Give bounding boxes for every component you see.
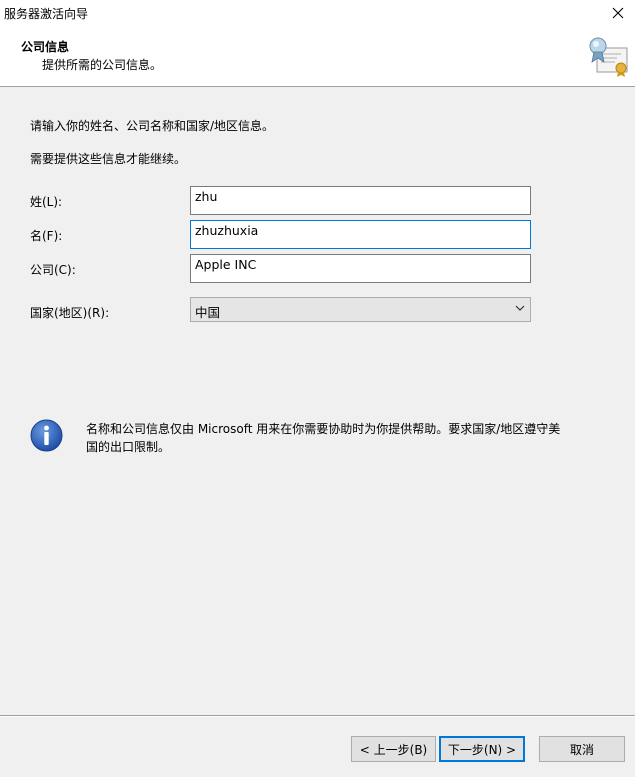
window-title: 服务器激活向导 bbox=[4, 7, 89, 21]
close-button[interactable] bbox=[601, 0, 635, 26]
footer-divider-highlight bbox=[0, 716, 635, 717]
page-subtitle: 提供所需的公司信息。 bbox=[42, 58, 163, 72]
first-name-label: 名(F): bbox=[30, 229, 63, 243]
requirement-text: 需要提供这些信息才能继续。 bbox=[30, 152, 187, 166]
certificate-icon bbox=[589, 37, 628, 77]
company-label: 公司(C): bbox=[30, 263, 76, 277]
page-title: 公司信息 bbox=[21, 40, 70, 54]
country-select[interactable]: 中国 bbox=[190, 297, 531, 322]
first-name-input[interactable] bbox=[190, 220, 531, 249]
title-bar: 服务器激活向导 bbox=[0, 0, 635, 26]
cancel-button[interactable]: 取消 bbox=[539, 736, 625, 762]
country-selected-value: 中国 bbox=[195, 305, 221, 320]
intro-text: 请输入你的姓名、公司名称和国家/地区信息。 bbox=[30, 119, 275, 133]
info-icon bbox=[30, 419, 63, 452]
next-button[interactable]: 下一步(N) > bbox=[439, 736, 525, 762]
wizard-content: 请输入你的姓名、公司名称和国家/地区信息。 需要提供这些信息才能继续。 姓(L)… bbox=[0, 88, 635, 715]
company-input[interactable] bbox=[190, 254, 531, 283]
back-button[interactable]: < 上一步(B) bbox=[351, 736, 436, 762]
wizard-header: 公司信息 提供所需的公司信息。 bbox=[0, 26, 635, 87]
last-name-input[interactable] bbox=[190, 186, 531, 215]
chevron-down-icon bbox=[515, 305, 525, 311]
country-label: 国家(地区)(R): bbox=[30, 306, 110, 320]
last-name-label: 姓(L): bbox=[30, 195, 63, 209]
privacy-info-text: 名称和公司信息仅由 Microsoft 用来在你需要协助时为你提供帮助。要求国家… bbox=[86, 422, 561, 454]
close-icon bbox=[612, 7, 624, 19]
